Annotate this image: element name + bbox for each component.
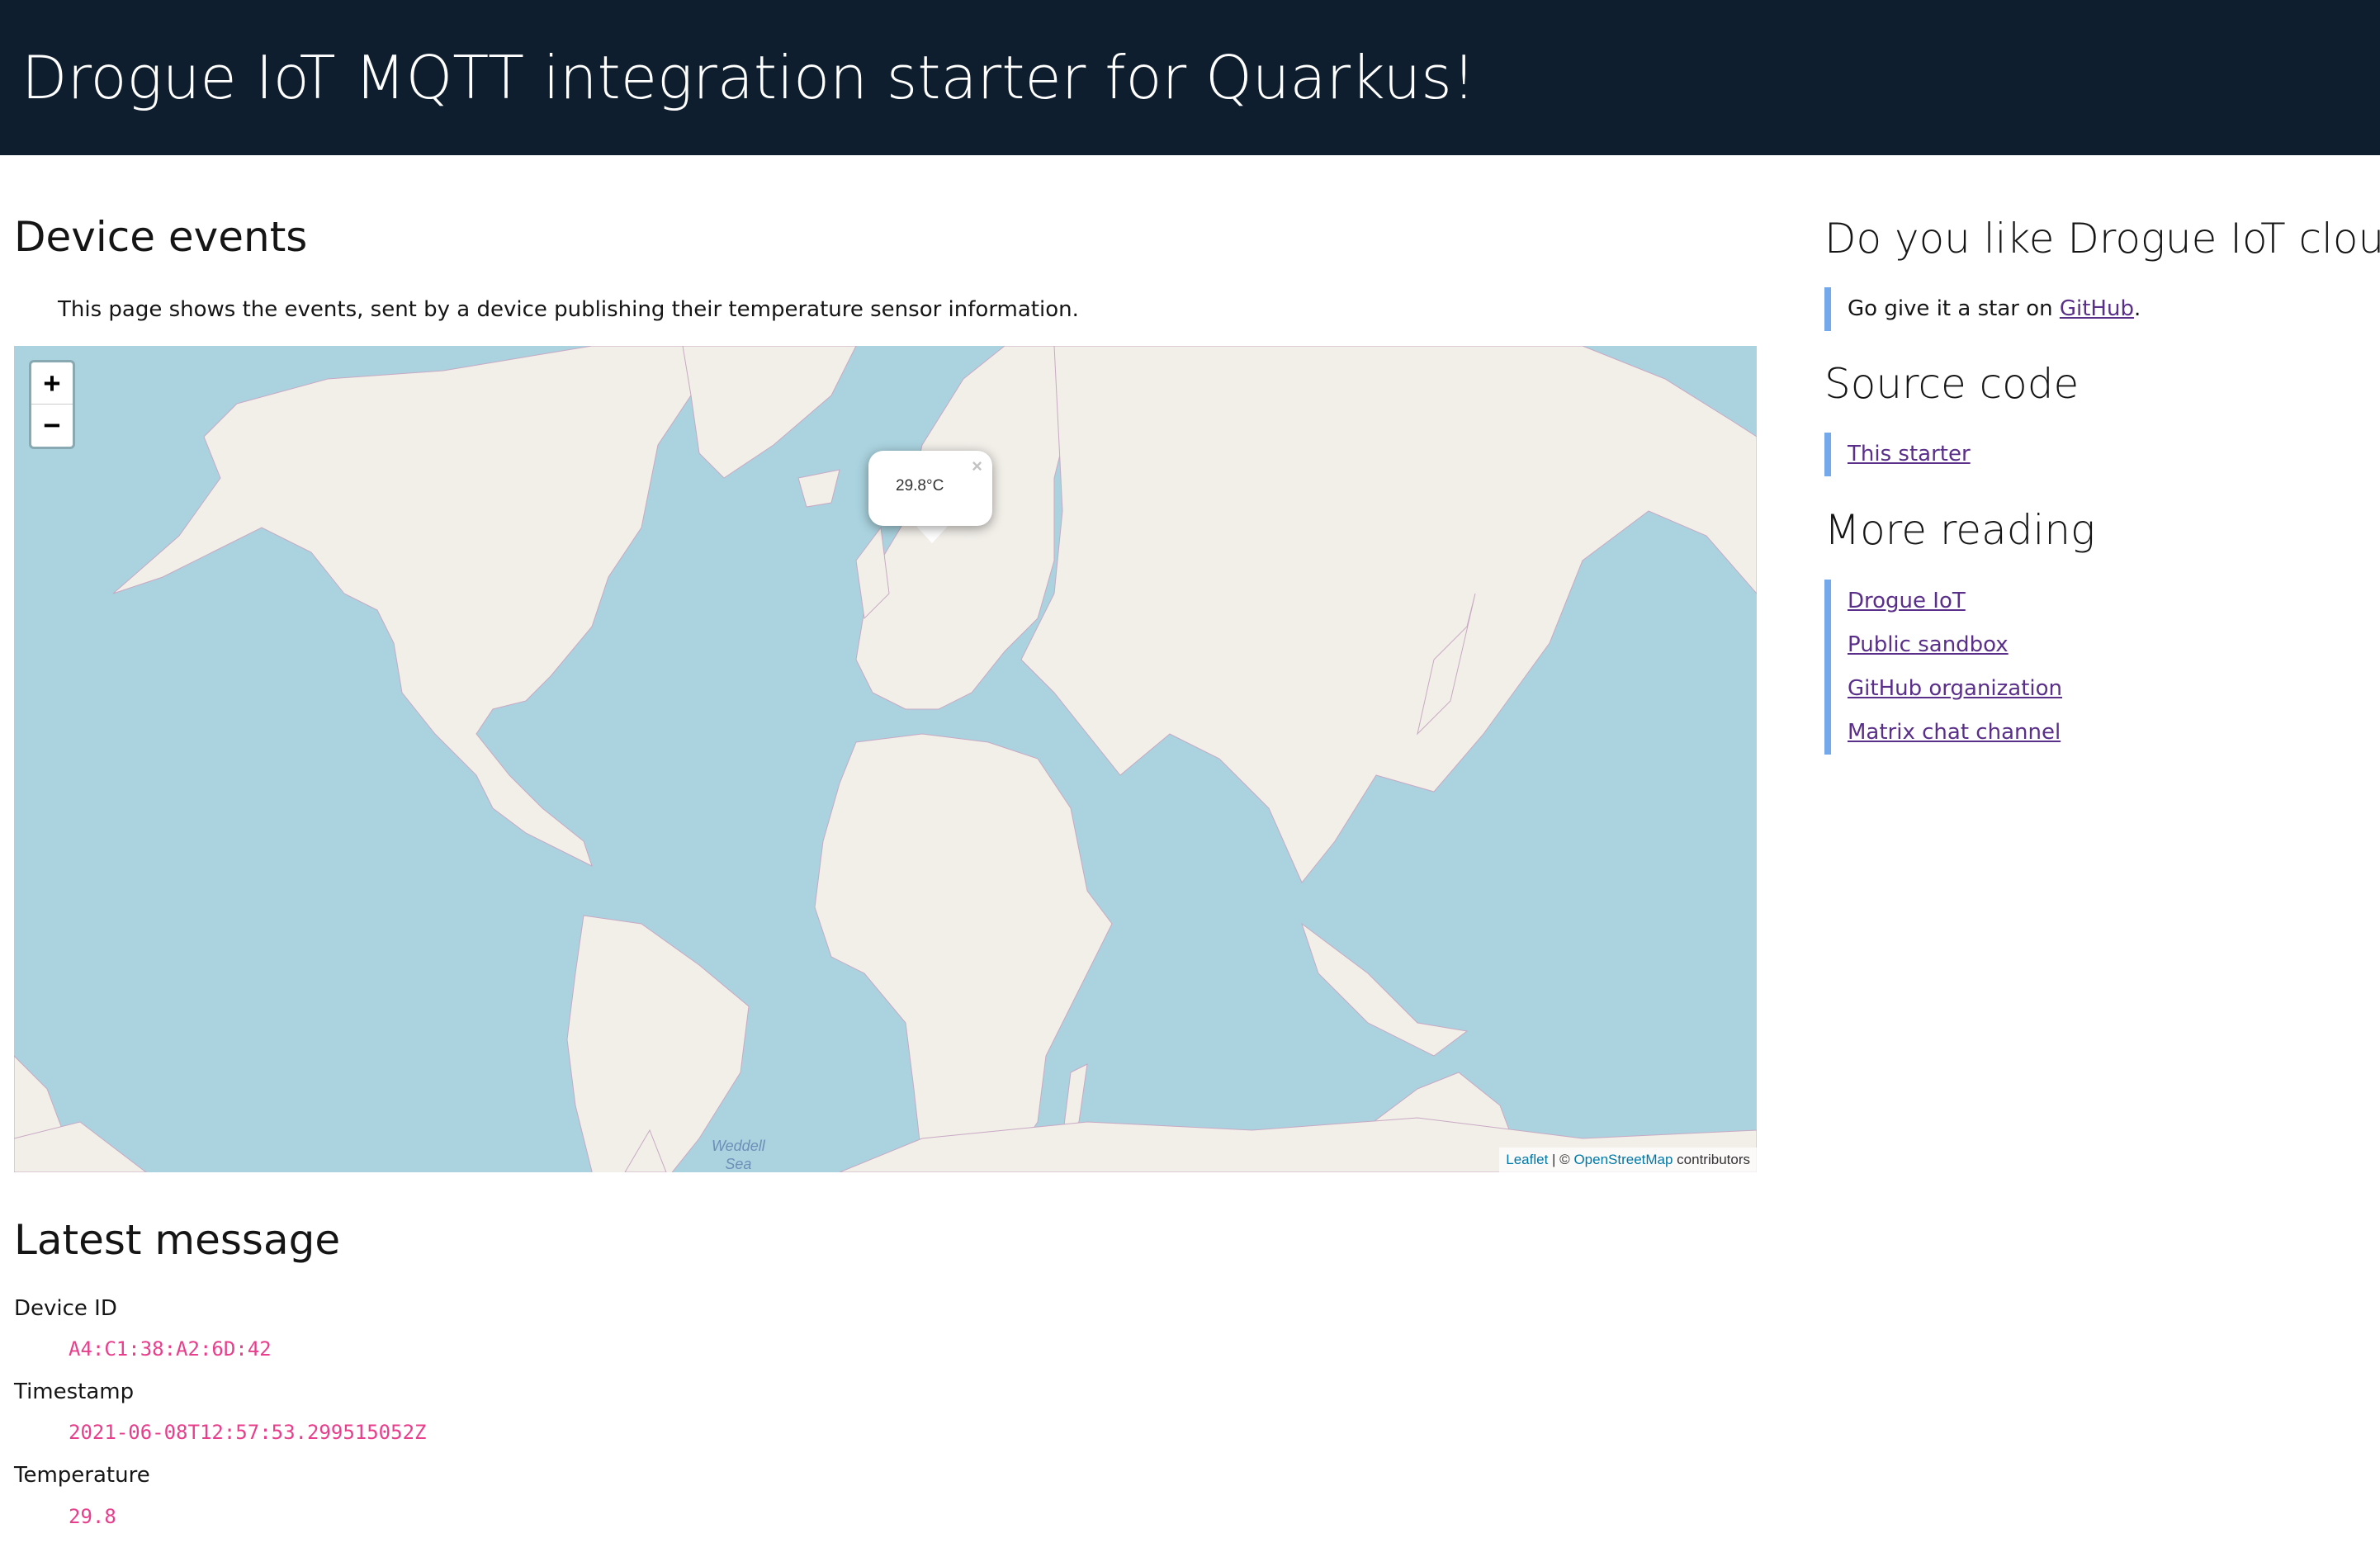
like-quote: Go give it a star on GitHub. (1824, 287, 2141, 331)
source-code-heading: Source code (1824, 360, 2080, 408)
timestamp-value: 2021-06-08T12:57:53.299515052Z (69, 1421, 427, 1444)
land-south-america (566, 915, 750, 1172)
page-header: Drogue IoT MQTT integration starter for … (0, 0, 2380, 155)
temperature-label: Temperature (14, 1463, 150, 1488)
leaflet-link[interactable]: Leaflet (1506, 1152, 1548, 1167)
like-heading: Do you like Drogue IoT cloud? (1824, 215, 2380, 263)
land-north-america (112, 346, 741, 867)
device-id-label: Device ID (14, 1296, 117, 1321)
matrix-chat-link[interactable]: Matrix chat channel (1848, 720, 2061, 745)
github-organization-link[interactable]: GitHub organization (1848, 676, 2062, 701)
sea-label-line1: Weddell (712, 1138, 765, 1154)
github-star-link[interactable]: GitHub (2060, 296, 2134, 321)
popup-tip (914, 523, 950, 543)
this-starter-link[interactable]: This starter (1848, 442, 1971, 466)
page-title: Drogue IoT MQTT integration starter for … (21, 43, 1476, 112)
public-sandbox-link[interactable]: Public sandbox (1848, 632, 2009, 657)
like-text-end: . (2133, 296, 2141, 321)
popup-temperature: 29.8°C (896, 477, 944, 495)
sea-label-line2: Sea (725, 1156, 752, 1172)
like-text: Go give it a star on (1848, 296, 2060, 321)
land-greenland (682, 346, 857, 479)
world-map[interactable]: + − 29.8°C × Weddell Sea Leaflet | © Ope… (14, 346, 1757, 1172)
land-iceland (797, 469, 840, 508)
land-asia (1020, 346, 1757, 883)
attribution-separator: | © (1548, 1152, 1574, 1167)
temperature-popup: 29.8°C × (868, 451, 992, 526)
more-reading-list: Drogue IoT Public sandbox GitHub organiz… (1824, 580, 2062, 755)
timestamp-label: Timestamp (14, 1380, 135, 1404)
source-code-quote: This starter (1824, 433, 1971, 476)
device-id-value: A4:C1:38:A2:6D:42 (69, 1337, 272, 1361)
device-events-heading: Device events (14, 213, 308, 261)
temperature-value: 29.8 (69, 1505, 116, 1528)
land-indonesia (1301, 922, 1469, 1057)
zoom-out-button[interactable]: − (31, 405, 73, 446)
more-reading-heading: More reading (1824, 506, 2096, 554)
intro-text: This page shows the events, sent by a de… (58, 297, 1079, 322)
attribution-suffix: contributors (1673, 1152, 1750, 1167)
map-attribution: Leaflet | © OpenStreetMap contributors (1499, 1148, 1757, 1172)
latest-message-heading: Latest message (14, 1216, 341, 1264)
drogue-iot-link[interactable]: Drogue IoT (1848, 589, 1966, 613)
close-icon[interactable]: × (972, 456, 982, 477)
sea-label: Weddell Sea (712, 1137, 765, 1172)
openstreetmap-link[interactable]: OpenStreetMap (1573, 1152, 1673, 1167)
zoom-control: + − (29, 360, 75, 449)
zoom-in-button[interactable]: + (31, 362, 73, 405)
